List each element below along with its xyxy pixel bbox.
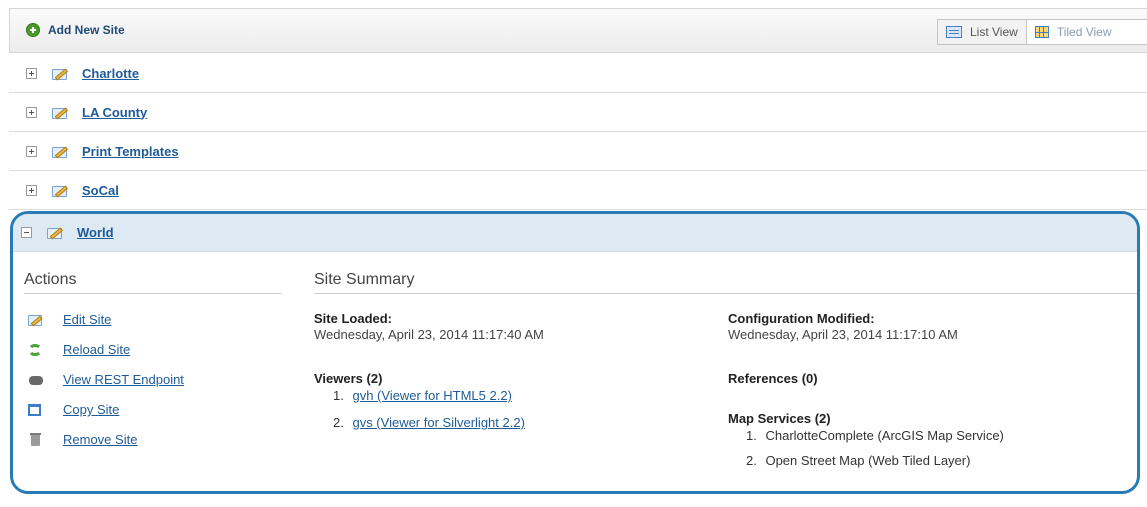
edit-site-icon[interactable] [51,183,69,198]
site-link[interactable]: Print Templates [82,144,179,159]
copy-icon [28,403,44,417]
remove-site-action[interactable]: Remove Site [28,432,137,447]
remove-site-link[interactable]: Remove Site [63,432,137,447]
expand-icon[interactable] [26,106,37,118]
viewers-label: Viewers (2) [314,371,383,386]
view-rest-endpoint-action[interactable]: View REST Endpoint [28,372,184,387]
expand-icon[interactable] [26,184,37,196]
references-label: References (0) [728,371,818,386]
tiled-view-icon [1034,26,1049,38]
view-rest-endpoint-link[interactable]: View REST Endpoint [63,372,184,387]
edit-icon [28,313,44,327]
site-row-socal: SoCal [9,171,1147,210]
actions-title: Actions [24,271,77,288]
edit-site-link[interactable]: Edit Site [63,312,111,327]
trash-icon [28,432,44,447]
tiled-view-label: Tiled View [1056,25,1112,39]
map-service-item: 2. Open Street Map (Web Tiled Layer) [746,453,970,468]
site-link[interactable]: LA County [82,105,147,120]
edit-site-icon[interactable] [51,66,69,81]
edit-site-icon[interactable] [51,144,69,159]
add-new-site-label: Add New Site [48,23,125,37]
summary-divider [314,293,1137,294]
list-view-icon [946,26,962,38]
site-row-world: World [13,214,1137,252]
viewer-item: 1. gvh (Viewer for HTML5 2.2) [333,388,512,403]
viewer-number: 2. [333,415,344,430]
site-link[interactable]: Charlotte [82,66,139,81]
list-view-label: List View [970,25,1018,39]
map-service-number: 2. [746,453,757,468]
site-row-print-templates: Print Templates [9,132,1147,171]
config-modified-label: Configuration Modified: [728,311,875,326]
site-panel-world: World Actions Edit Site Reload Site View… [10,211,1140,494]
edit-site-action[interactable]: Edit Site [28,312,111,327]
copy-site-action[interactable]: Copy Site [28,402,119,417]
reload-site-action[interactable]: Reload Site [28,342,130,357]
site-loaded-value: Wednesday, April 23, 2014 11:17:40 AM [314,327,544,342]
tiled-view-button[interactable]: Tiled View [1027,20,1120,44]
reload-icon [28,343,44,357]
rest-endpoint-icon [28,373,44,387]
expand-icon[interactable] [26,67,37,79]
list-view-button[interactable]: List View [938,20,1027,44]
map-service-label: CharlotteComplete (ArcGIS Map Service) [765,428,1004,443]
actions-divider [24,293,282,294]
reload-site-link[interactable]: Reload Site [63,342,130,357]
edit-site-icon[interactable] [46,225,64,240]
viewer-item: 2. gvs (Viewer for Silverlight 2.2) [333,415,525,430]
site-loaded-label: Site Loaded: [314,311,393,326]
map-service-label: Open Street Map (Web Tiled Layer) [765,453,971,468]
expand-icon[interactable] [26,145,37,157]
add-new-site-button[interactable]: Add New Site [26,23,125,37]
map-service-number: 1. [746,428,757,443]
map-services-label: Map Services (2) [728,411,831,426]
site-summary-title: Site Summary [314,271,415,288]
viewer-link[interactable]: gvh (Viewer for HTML5 2.2) [352,388,511,403]
view-toggle: List View Tiled View [937,19,1147,45]
config-modified-value: Wednesday, April 23, 2014 11:17:10 AM [728,327,958,342]
add-icon [26,23,40,37]
toolbar: Add New Site List View Tiled View [9,8,1147,53]
viewer-number: 1. [333,388,344,403]
copy-site-link[interactable]: Copy Site [63,402,119,417]
site-row-charlotte: Charlotte [9,54,1147,93]
site-link[interactable]: SoCal [82,183,119,198]
viewer-link[interactable]: gvs (Viewer for Silverlight 2.2) [352,415,524,430]
site-link[interactable]: World [77,225,114,240]
map-service-item: 1. CharlotteComplete (ArcGIS Map Service… [746,428,1004,443]
collapse-icon[interactable] [21,227,32,238]
edit-site-icon[interactable] [51,105,69,120]
site-row-la-county: LA County [9,93,1147,132]
